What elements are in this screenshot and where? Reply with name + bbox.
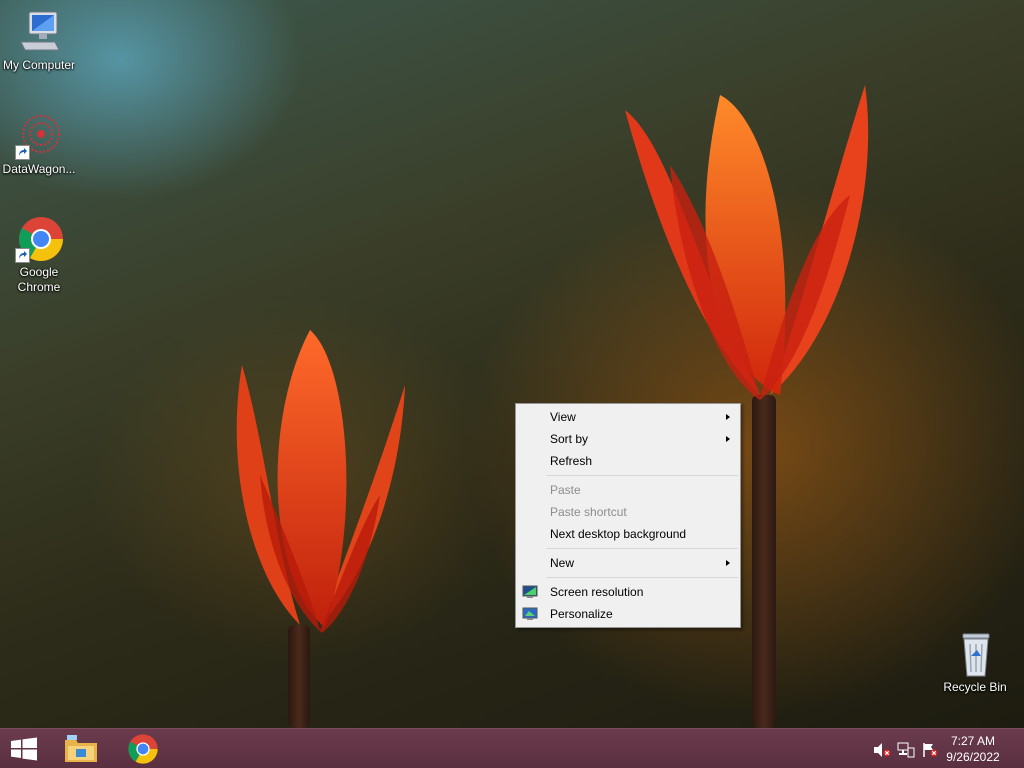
taskbar-file-explorer[interactable]: [58, 729, 104, 768]
tray-network[interactable]: [896, 729, 916, 768]
chrome-icon: [15, 215, 63, 263]
menu-item-label: Personalize: [550, 607, 613, 621]
start-button[interactable]: [0, 729, 48, 768]
menu-item-sort-by[interactable]: Sort by: [516, 428, 740, 450]
wallpaper-stem-right: [752, 395, 776, 728]
desktop-context-menu: View Sort by Refresh Paste Paste shortcu…: [515, 403, 741, 628]
menu-item-paste-shortcut[interactable]: Paste shortcut: [516, 501, 740, 523]
menu-item-label: Paste: [550, 483, 581, 497]
submenu-arrow-icon: [726, 414, 730, 420]
menu-item-label: New: [550, 556, 575, 570]
computer-icon: [15, 8, 63, 56]
desktop-icon-label: Recycle Bin: [943, 680, 1007, 694]
datawagon-icon: [15, 112, 63, 160]
menu-item-screen-resolution[interactable]: Screen resolution: [516, 581, 740, 603]
desktop-background[interactable]: My Computer DataWagon... Google Chrome R…: [0, 0, 1024, 728]
menu-item-next-desktop-background[interactable]: Next desktop background: [516, 523, 740, 545]
menu-item-label: Next desktop background: [550, 527, 687, 541]
taskbar-google-chrome[interactable]: [120, 729, 166, 768]
wallpaper-tulip-left: [236, 330, 405, 633]
network-icon: [897, 742, 915, 758]
wallpaper-tulip-right: [625, 85, 869, 400]
menu-item-label: Refresh: [550, 454, 593, 468]
menu-item-new[interactable]: New: [516, 552, 740, 574]
tray-action-center[interactable]: [920, 729, 940, 768]
desktop-icon-my-computer[interactable]: My Computer: [0, 8, 78, 73]
menu-item-personalize[interactable]: Personalize: [516, 603, 740, 625]
submenu-arrow-icon: [726, 560, 730, 566]
wallpaper-stem-left: [288, 625, 310, 728]
desktop-icon-label: DataWagon...: [2, 162, 76, 176]
menu-item-label: Screen resolution: [550, 585, 644, 599]
monitor-icon: [522, 585, 538, 598]
desktop-icon-recycle-bin[interactable]: Recycle Bin: [936, 630, 1014, 695]
menu-separator: [546, 548, 738, 549]
clock-time: 7:27 AM: [950, 734, 996, 748]
menu-item-refresh[interactable]: Refresh: [516, 450, 740, 472]
chrome-icon: [128, 734, 158, 764]
shortcut-arrow-icon: [15, 145, 30, 160]
menu-item-label: View: [550, 410, 576, 424]
taskbar: 7:27 AM 9/26/2022: [0, 728, 1024, 768]
submenu-arrow-icon: [726, 436, 730, 442]
desktop-icon-label: My Computer: [2, 58, 76, 72]
desktop-icon-label: Google Chrome: [17, 265, 61, 294]
taskbar-clock[interactable]: 7:27 AM 9/26/2022: [938, 733, 1008, 765]
speaker-muted-icon: [874, 743, 891, 757]
desktop-icon-datawagon[interactable]: DataWagon...: [0, 112, 78, 177]
tray-volume[interactable]: [872, 729, 892, 768]
menu-item-label: Sort by: [550, 432, 589, 446]
menu-item-label: Paste shortcut: [550, 505, 627, 519]
clock-date: 9/26/2022: [946, 750, 1000, 764]
menu-separator: [546, 577, 738, 578]
start-icon: [11, 737, 37, 761]
menu-separator: [546, 475, 738, 476]
action-center-icon: [923, 743, 938, 757]
file-explorer-icon: [65, 735, 97, 762]
desktop-icon-google-chrome[interactable]: Google Chrome: [0, 215, 78, 295]
shortcut-arrow-icon: [15, 248, 30, 263]
menu-item-paste[interactable]: Paste: [516, 479, 740, 501]
menu-item-view[interactable]: View: [516, 406, 740, 428]
recycle-bin-icon: [951, 630, 999, 678]
personalize-icon: [522, 607, 538, 620]
